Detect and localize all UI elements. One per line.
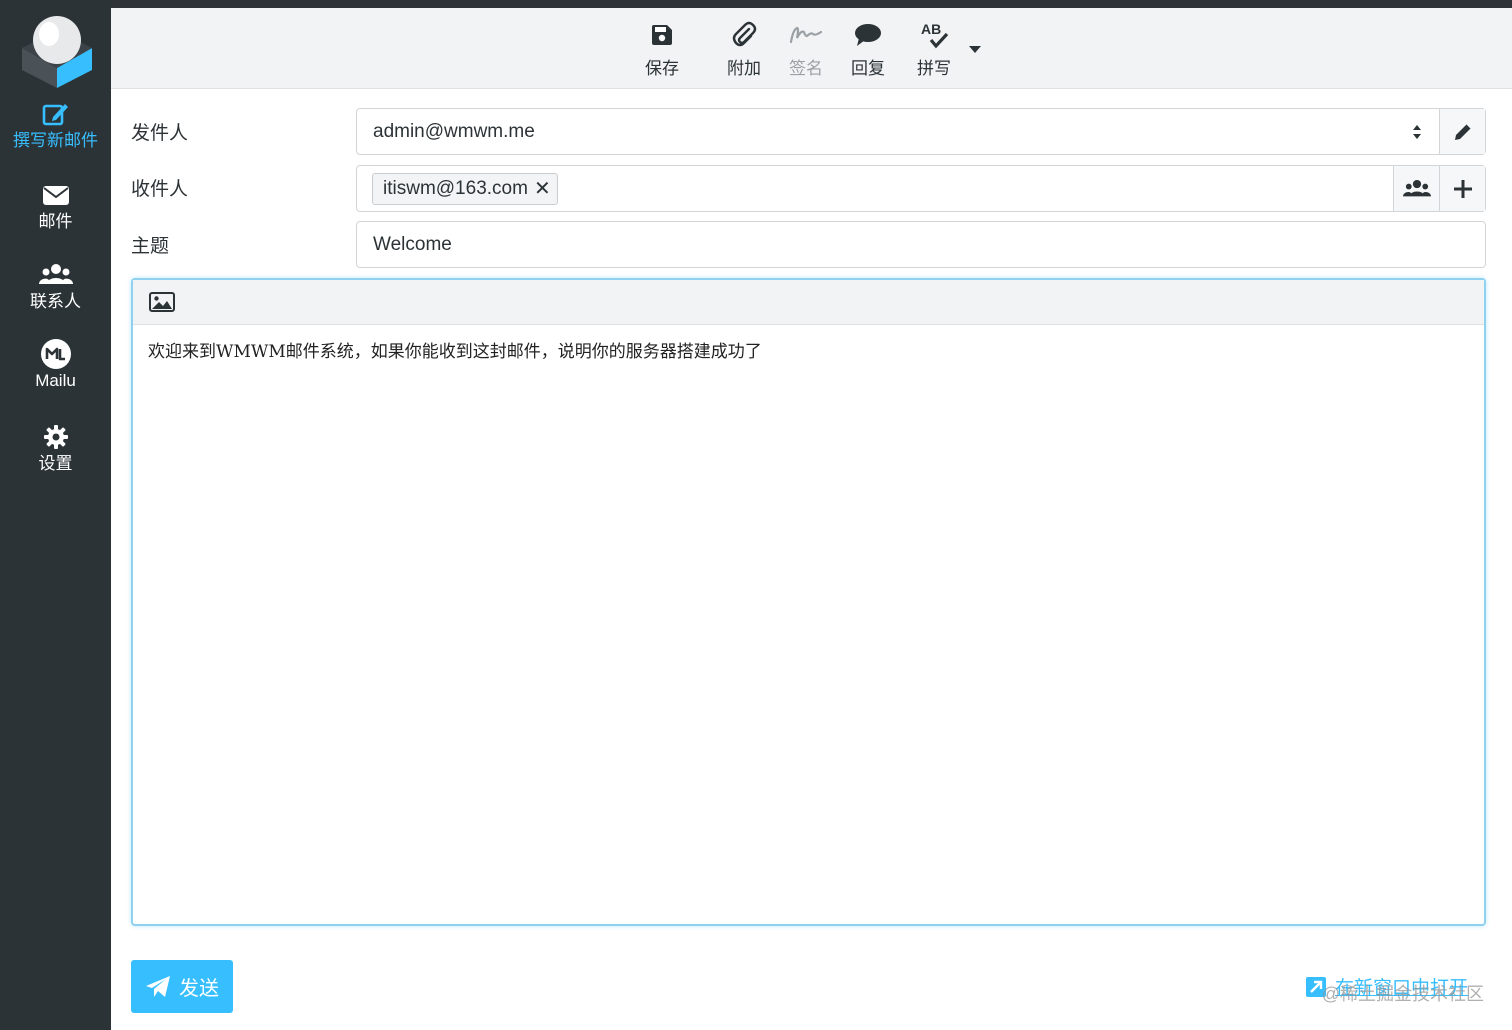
sidebar-item-label: 撰写新邮件 (13, 131, 98, 150)
recipient-email: itiswm@163.com (383, 177, 528, 199)
subject-input[interactable]: Welcome (356, 221, 1486, 268)
signature-icon (789, 20, 823, 50)
from-label: 发件人 (131, 123, 189, 144)
envelope-icon (42, 181, 70, 209)
caret-down-icon[interactable] (968, 44, 982, 54)
address-book-button[interactable] (1393, 166, 1439, 211)
attach-label: 附加 (727, 59, 761, 78)
attach-button[interactable]: 附加 (709, 20, 779, 82)
reply-button[interactable]: 回复 (833, 20, 903, 82)
sidebar-item-contacts[interactable]: 联系人 (0, 261, 111, 331)
users-icon (1402, 179, 1431, 196)
spell-check-icon: AB (919, 20, 949, 50)
image-icon[interactable] (149, 292, 175, 312)
roundcube-logo (22, 16, 92, 88)
watermark: @稀土掘金技术社区 (1321, 984, 1484, 1004)
subject-label: 主题 (131, 236, 170, 257)
editor-toolbar (133, 280, 1484, 325)
message-editor[interactable]: 欢迎来到WMWM邮件系统，如果你能收到这封邮件，说明你的服务器搭建成功了 (131, 278, 1486, 926)
select-arrows-icon (1413, 125, 1421, 139)
remove-recipient-icon[interactable]: ✕ (534, 179, 551, 199)
plus-icon (1453, 179, 1472, 198)
sidebar-item-settings[interactable]: 设置 (0, 423, 111, 493)
sidebar: 撰写新邮件 邮件 联系人 Mailu 设置 (0, 0, 111, 1030)
sidebar-item-label: 邮件 (38, 212, 73, 231)
reply-label: 回复 (851, 59, 885, 78)
send-button[interactable]: 发送 (131, 960, 233, 1013)
paperclip-icon (731, 20, 757, 50)
edit-identity-button[interactable] (1439, 109, 1485, 154)
subject-value: Welcome (373, 233, 452, 255)
sidebar-item-mail[interactable]: 邮件 (0, 181, 111, 251)
to-label: 收件人 (131, 179, 189, 200)
compose-main: 保存 附加 签名 回复 AB 拼写 发件人 admin@wmwm.me 收件人 … (111, 8, 1512, 1030)
spell-icon-text: AB (921, 21, 941, 37)
users-icon (38, 261, 73, 289)
mailu-icon (40, 339, 72, 369)
spell-label: 拼写 (917, 59, 951, 78)
gear-icon (43, 423, 69, 451)
compose-toolbar: 保存 附加 签名 回复 AB 拼写 (111, 8, 1512, 89)
signature-button[interactable]: 签名 (771, 20, 841, 82)
pencil-icon (1454, 122, 1472, 140)
from-value: admin@wmwm.me (373, 120, 535, 142)
save-button[interactable]: 保存 (627, 20, 697, 82)
speech-bubble-icon (854, 20, 882, 50)
sidebar-item-mailu[interactable]: Mailu (0, 339, 111, 410)
sidebar-item-label: 联系人 (30, 292, 81, 311)
floppy-disk-icon (651, 20, 673, 50)
send-label: 发送 (179, 978, 219, 1000)
sidebar-item-label: Mailu (35, 371, 76, 390)
from-select[interactable]: admin@wmwm.me (356, 108, 1486, 155)
add-header-button[interactable] (1439, 166, 1485, 211)
signature-label: 签名 (789, 59, 823, 78)
save-label: 保存 (645, 59, 679, 78)
to-field[interactable]: itiswm@163.com ✕ (356, 165, 1486, 212)
sidebar-item-label: 设置 (38, 454, 73, 473)
paper-plane-icon (146, 975, 170, 997)
spell-check-button[interactable]: AB 拼写 (899, 20, 969, 82)
sidebar-item-compose[interactable]: 撰写新邮件 (0, 100, 111, 170)
compose-icon (42, 100, 70, 128)
recipient-chip: itiswm@163.com ✕ (372, 172, 558, 205)
message-body[interactable]: 欢迎来到WMWM邮件系统，如果你能收到这封邮件，说明你的服务器搭建成功了 (133, 325, 1484, 374)
window-top-strip (0, 0, 1512, 8)
